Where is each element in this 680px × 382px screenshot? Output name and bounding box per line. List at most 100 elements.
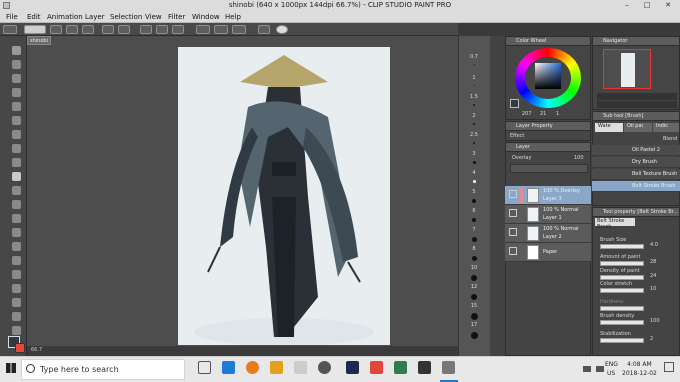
menu-view[interactable]: View bbox=[145, 11, 162, 23]
brush-size-dot[interactable] bbox=[470, 313, 478, 320]
brush-size-dot[interactable] bbox=[472, 199, 476, 203]
opacity-value[interactable]: 100 bbox=[574, 155, 584, 161]
brush-size-label[interactable]: 12 bbox=[458, 284, 490, 290]
eraser-tool-icon[interactable] bbox=[12, 214, 21, 223]
volume-icon[interactable] bbox=[596, 366, 604, 372]
clip-studio-paint-active-icon[interactable] bbox=[442, 361, 455, 374]
steam-icon[interactable] bbox=[318, 361, 331, 374]
canvas-paper[interactable] bbox=[178, 47, 390, 346]
navigator-preview[interactable] bbox=[603, 49, 651, 89]
snap-grid-icon[interactable] bbox=[214, 25, 228, 34]
brush-size-label[interactable]: 7 bbox=[458, 227, 490, 233]
selection-tool-icon[interactable] bbox=[12, 102, 21, 111]
layer-row-layer-2[interactable]: 100 % Normal Layer 2 bbox=[505, 224, 591, 243]
snap-perspective-icon[interactable] bbox=[232, 25, 246, 34]
layer-row-layer-3[interactable]: 100 % Overlay Layer 3 bbox=[505, 186, 591, 205]
move-tool-icon[interactable] bbox=[12, 60, 21, 69]
figure-tool-icon[interactable] bbox=[12, 270, 21, 279]
brush-size-label[interactable]: 1.5 bbox=[458, 94, 490, 100]
property-slider[interactable] bbox=[600, 244, 644, 249]
property-value[interactable]: 2 bbox=[650, 336, 653, 342]
eyedropper-tool-icon[interactable] bbox=[12, 130, 21, 139]
property-value[interactable]: 28 bbox=[650, 259, 656, 265]
brush-bell-texture[interactable]: Bell Texture Brush bbox=[592, 169, 680, 180]
layer-row-layer-1[interactable]: 100 % Normal Layer 1 bbox=[505, 205, 591, 224]
brush-size-dot[interactable] bbox=[470, 332, 478, 339]
airbrush-tool-icon[interactable] bbox=[12, 186, 21, 195]
redo-icon[interactable] bbox=[82, 25, 94, 34]
menu-edit[interactable]: Edit bbox=[27, 11, 41, 23]
sub-tool-tab-ink[interactable]: Indic bbox=[653, 123, 679, 132]
visibility-toggle-icon[interactable] bbox=[509, 247, 517, 255]
brush-size-dot[interactable] bbox=[473, 123, 475, 125]
ruler-tool-icon[interactable] bbox=[12, 298, 21, 307]
menu-file[interactable]: File bbox=[6, 11, 18, 23]
view-toggle-button[interactable] bbox=[24, 25, 46, 34]
menu-animation[interactable]: Animation bbox=[47, 11, 83, 23]
edge-icon[interactable] bbox=[222, 361, 235, 374]
deselect-icon[interactable] bbox=[156, 25, 168, 34]
menu-help[interactable]: Help bbox=[225, 11, 241, 23]
brush-size-dot[interactable] bbox=[473, 85, 475, 86]
brush-size-dot[interactable] bbox=[473, 142, 475, 144]
balloon-tool-icon[interactable] bbox=[12, 326, 21, 335]
mail-icon[interactable] bbox=[418, 361, 431, 374]
brush-size-label[interactable]: 4 bbox=[458, 170, 490, 176]
blend-mode-select[interactable]: Overlay bbox=[512, 155, 531, 161]
property-slider[interactable] bbox=[600, 261, 644, 266]
clock-date[interactable]: 2018-12-02 bbox=[622, 370, 657, 377]
clock-time[interactable]: 4:08 AM bbox=[627, 361, 652, 368]
new-file-button[interactable] bbox=[3, 25, 17, 34]
current-color-swatch[interactable] bbox=[510, 99, 519, 108]
sub-color-swatch[interactable] bbox=[15, 343, 25, 353]
brush-size-label[interactable]: 17 bbox=[458, 322, 490, 328]
gradient-tool-icon[interactable] bbox=[12, 256, 21, 265]
brush-dry-brush[interactable]: Dry Brush bbox=[592, 157, 680, 168]
layer-tab[interactable]: Layer bbox=[506, 143, 590, 152]
navigator-zoom-slider[interactable] bbox=[597, 93, 677, 100]
pencil-tool-icon[interactable] bbox=[12, 158, 21, 167]
property-value[interactable]: 10 bbox=[650, 286, 656, 292]
property-slider[interactable] bbox=[600, 288, 644, 293]
clip-studio-taskbar-icon[interactable] bbox=[294, 361, 307, 374]
frame-tool-icon[interactable] bbox=[12, 284, 21, 293]
search-input[interactable]: Type here to search bbox=[21, 359, 185, 380]
lasso-tool-icon[interactable] bbox=[12, 116, 21, 125]
brush-size-label[interactable]: 2 bbox=[458, 113, 490, 119]
task-view-icon[interactable] bbox=[198, 361, 211, 374]
brush-size-dot[interactable] bbox=[472, 180, 476, 183]
hue-ring[interactable] bbox=[515, 48, 581, 108]
layer-row-paper[interactable]: Paper bbox=[505, 243, 591, 262]
operation-tool-icon[interactable] bbox=[12, 74, 21, 83]
property-value[interactable]: 100 bbox=[650, 318, 660, 324]
fill-tool-icon[interactable] bbox=[12, 242, 21, 251]
windows-start-icon[interactable] bbox=[6, 363, 16, 373]
property-slider[interactable] bbox=[600, 320, 644, 325]
help-icon[interactable] bbox=[276, 25, 288, 34]
snap-ruler-icon[interactable] bbox=[196, 25, 210, 34]
photoshop-icon[interactable] bbox=[346, 361, 359, 374]
network-icon[interactable] bbox=[583, 366, 591, 372]
saturation-value-square[interactable] bbox=[535, 63, 561, 89]
menu-window[interactable]: Window bbox=[192, 11, 220, 23]
invert-selection-icon[interactable] bbox=[172, 25, 184, 34]
pen-tool-icon[interactable] bbox=[12, 144, 21, 153]
blend-tool-icon[interactable] bbox=[12, 228, 21, 237]
clear-icon[interactable] bbox=[102, 25, 114, 34]
fill-icon[interactable] bbox=[118, 25, 130, 34]
menu-selection[interactable]: Selection bbox=[110, 11, 142, 23]
brush-size-dot[interactable] bbox=[471, 237, 477, 242]
sub-tool-tab-oil[interactable]: Oil pai bbox=[624, 123, 652, 132]
brush-oil-pastel-2[interactable]: Oil Pastel 2 bbox=[592, 145, 680, 156]
brush-size-label[interactable]: 2.5 bbox=[458, 132, 490, 138]
visibility-toggle-icon[interactable] bbox=[509, 209, 517, 217]
navigator-rotate-slider[interactable] bbox=[597, 101, 677, 108]
property-slider[interactable] bbox=[600, 306, 644, 311]
brush-size-label[interactable]: 10 bbox=[458, 265, 490, 271]
brush-size-label[interactable]: 6 bbox=[458, 208, 490, 214]
maximize-button[interactable]: □ bbox=[638, 0, 656, 11]
visibility-toggle-icon[interactable] bbox=[509, 190, 517, 198]
brush-size-label[interactable]: 8 bbox=[458, 246, 490, 252]
property-slider[interactable] bbox=[600, 338, 644, 343]
clip-studio-icon[interactable] bbox=[258, 25, 270, 34]
